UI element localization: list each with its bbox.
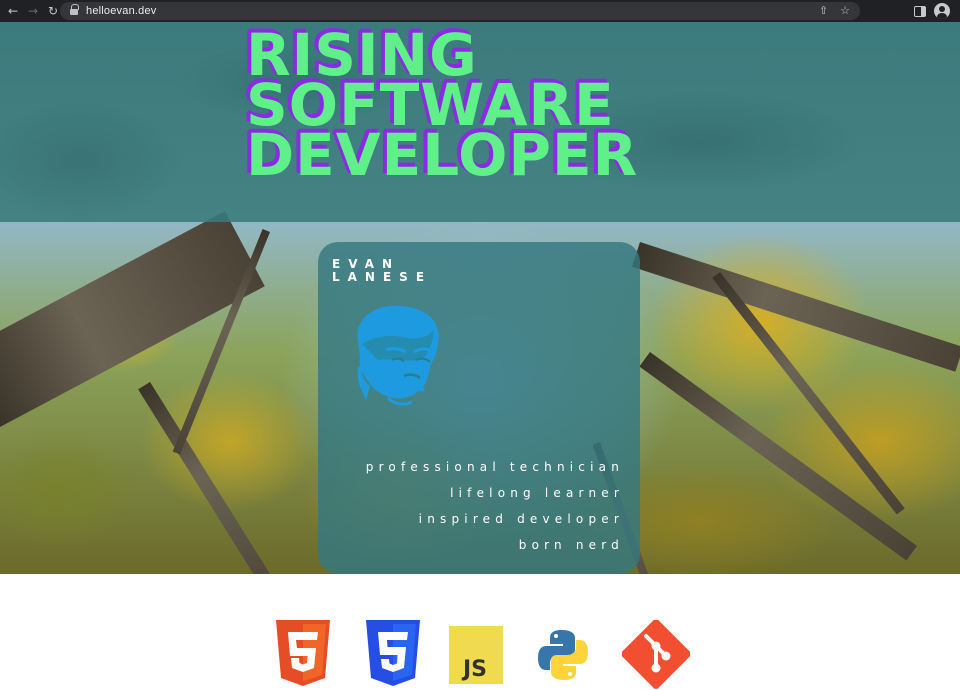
tagline-1: professional technician <box>365 460 624 474</box>
tagline-2: lifelong learner <box>450 486 624 500</box>
tagline-3: inspired developer <box>418 512 624 526</box>
lock-icon[interactable] <box>70 4 79 15</box>
share-icon[interactable]: ⇧ <box>819 4 828 17</box>
browser-toolbar: ← → ↻ helloevan.dev ⇧ ☆ <box>0 0 960 22</box>
url-text[interactable]: helloevan.dev <box>86 5 157 17</box>
portrait-illustration <box>357 305 439 406</box>
bookmark-star-icon[interactable]: ☆ <box>840 4 850 17</box>
reload-icon[interactable]: ↻ <box>46 4 60 18</box>
back-arrow-icon[interactable]: ← <box>6 4 20 18</box>
profile-icon[interactable] <box>934 3 950 19</box>
tree-trunk <box>138 382 288 574</box>
js-label: JS <box>461 657 487 682</box>
profile-name: EVAN LANESE <box>332 258 432 284</box>
css3-icon <box>366 620 420 686</box>
tagline-4: born nerd <box>518 538 624 552</box>
html5-icon <box>276 620 330 686</box>
last-name: LANESE <box>332 270 433 284</box>
side-panel-icon[interactable] <box>914 5 926 17</box>
headline-line-3: DEVELOPER <box>246 121 639 189</box>
hero-section: RISING SOFTWARE DEVELOPER EVAN LANESE pr… <box>0 22 960 574</box>
address-bar[interactable]: helloevan.dev ⇧ ☆ <box>60 2 860 20</box>
forward-arrow-icon[interactable]: → <box>26 4 40 18</box>
page-headline: RISING SOFTWARE DEVELOPER <box>246 26 639 189</box>
git-icon <box>622 620 690 689</box>
python-icon <box>538 630 588 680</box>
profile-card: EVAN LANESE professional technician life… <box>318 242 640 574</box>
javascript-icon: JS <box>449 626 503 684</box>
tree-trunk <box>631 242 960 372</box>
tree-trunk <box>639 352 917 561</box>
